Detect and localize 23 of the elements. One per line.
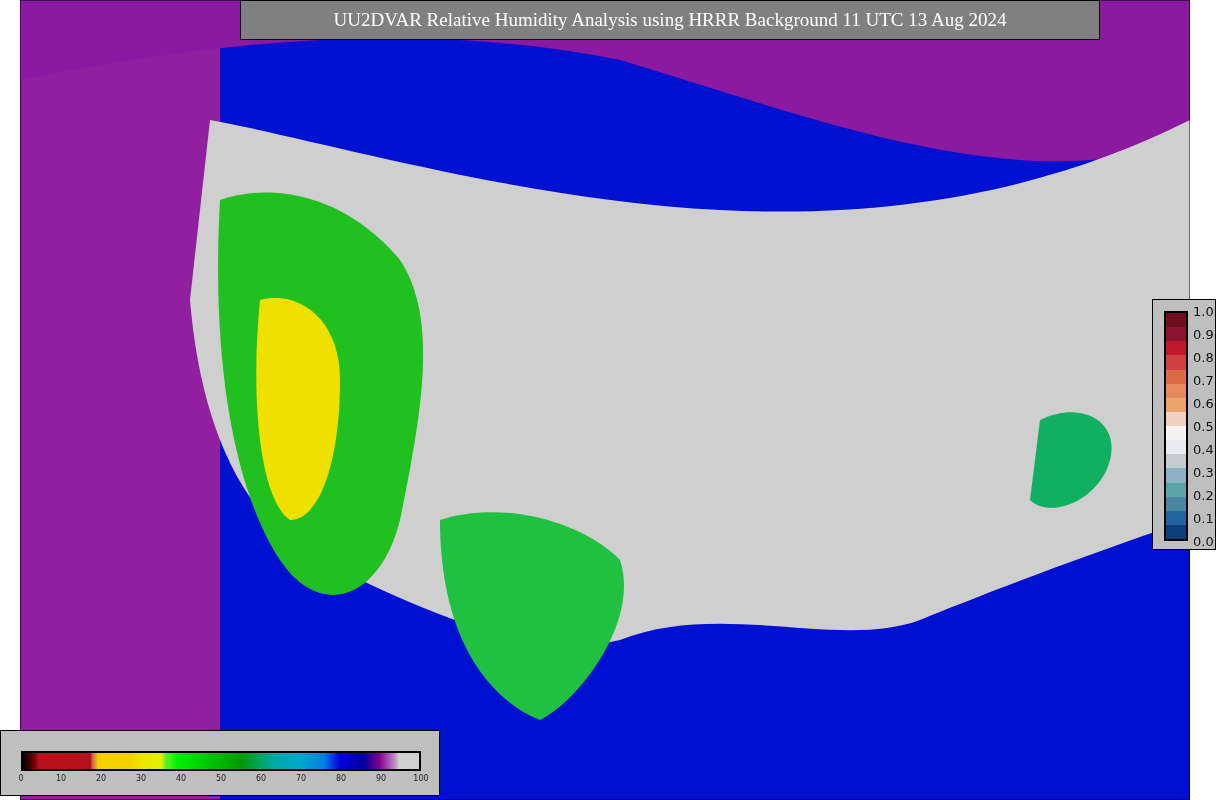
colorbar-tick-label: 70 <box>295 775 307 783</box>
colorbar-tick-label: 0.8 <box>1193 350 1214 364</box>
colorbar-tick-label: 90 <box>375 775 387 783</box>
colorbar-tick-label: 1.0 <box>1193 304 1214 318</box>
colorbar-tick-label: 10 <box>55 775 67 783</box>
colorbar-tick-label: 30 <box>135 775 147 783</box>
colorbar-tick-label: 60 <box>255 775 267 783</box>
colorbar-tick-label: 0 <box>18 775 24 783</box>
colorbar-tick-label: 0.9 <box>1193 327 1214 341</box>
colorbar-tick-label: 0.4 <box>1193 442 1214 456</box>
colorbar-tick-label: 80 <box>335 775 347 783</box>
colorbar-tick-label: 0.2 <box>1193 488 1214 502</box>
colorbar-tick-label: 20 <box>95 775 107 783</box>
colorbar-tick-label: 0.1 <box>1193 511 1214 525</box>
colorbar-tick-label: 0.3 <box>1193 465 1214 479</box>
colorbar-tick-label: 100 <box>413 775 429 783</box>
colorbar-tick-label: 40 <box>175 775 187 783</box>
map-title: UU2DVAR Relative Humidity Analysis using HRRR Background 11 UTC 13 Aug 2024 <box>240 0 1100 40</box>
colorbar-tick-label: 0.6 <box>1193 396 1214 410</box>
colorbar-tick-label: 0.7 <box>1193 373 1214 387</box>
colorbar-tick-label: 0.0 <box>1193 534 1214 548</box>
colorbar-tick-label: 0.5 <box>1193 419 1214 433</box>
colorbar-tick-label: 50 <box>215 775 227 783</box>
